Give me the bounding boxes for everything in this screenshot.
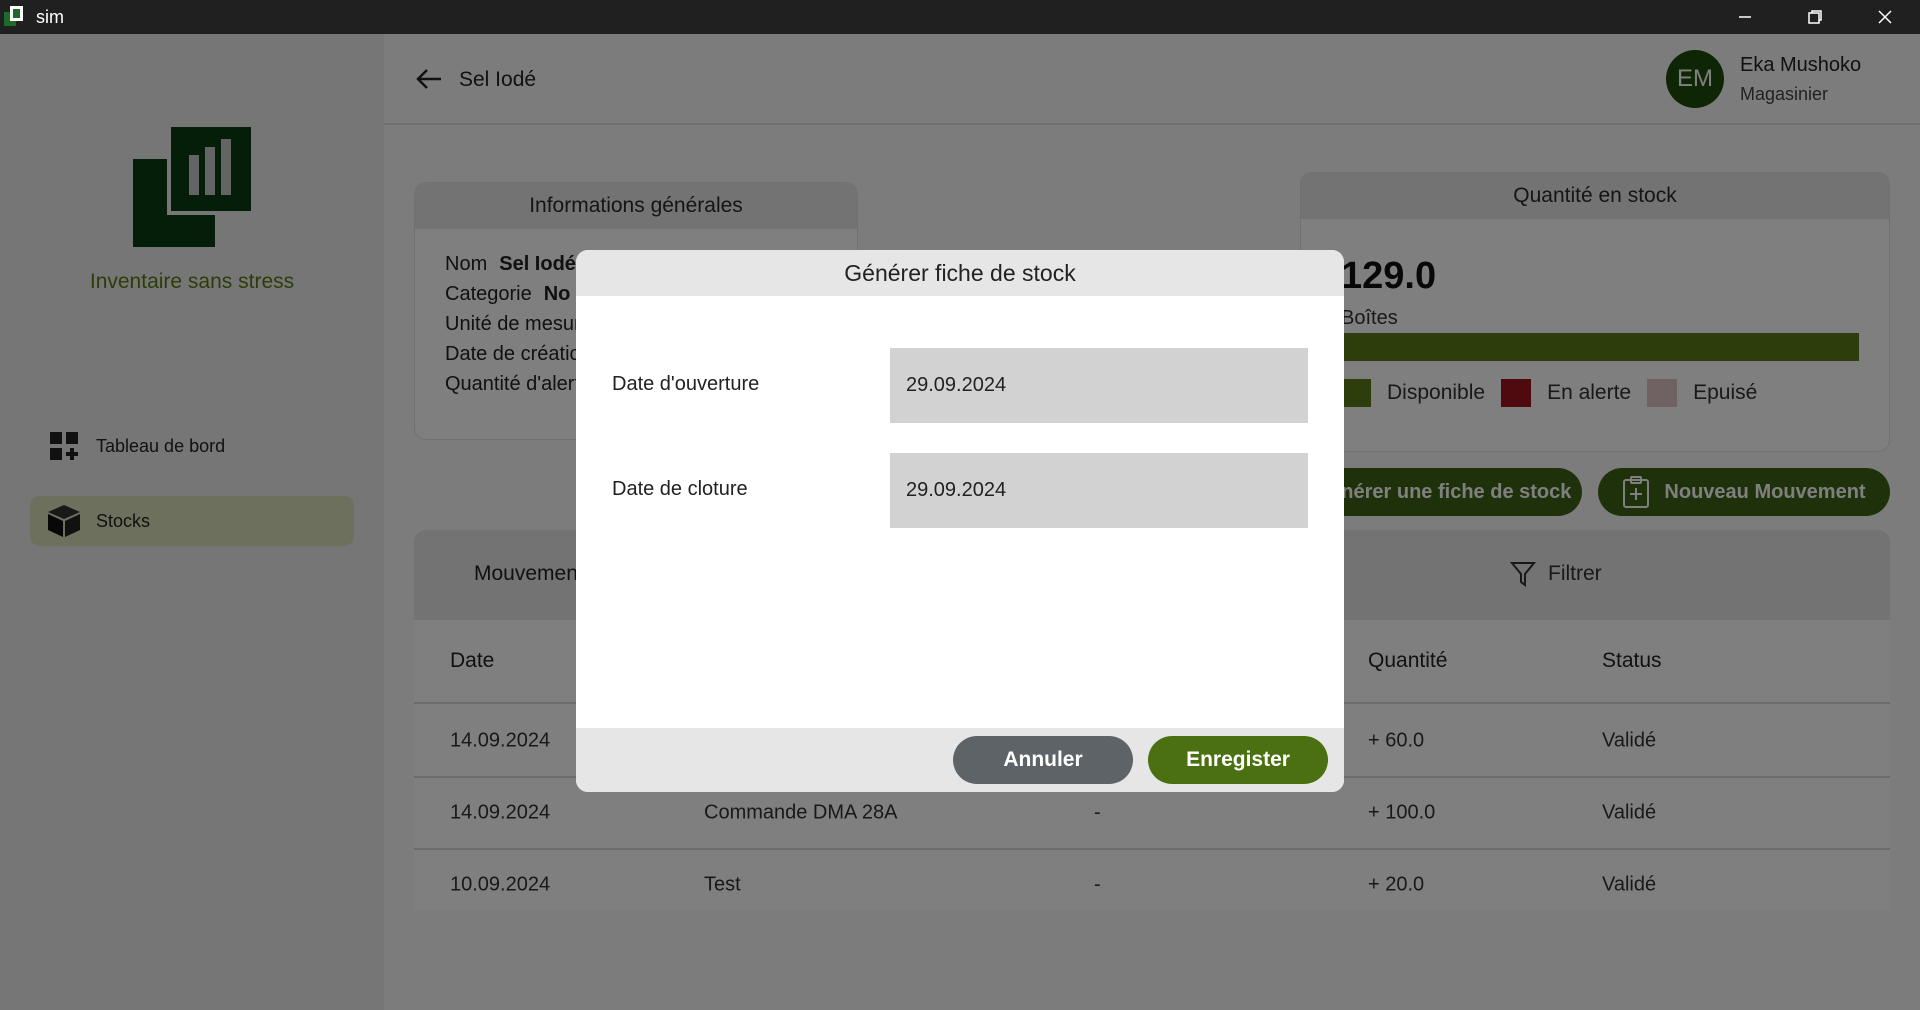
close-icon [1878,10,1892,24]
open-date-label: Date d'ouverture [612,373,760,395]
save-button[interactable]: Enregister [1148,736,1328,784]
close-date-label: Date de cloture [612,478,748,500]
window-controls [1710,0,1920,34]
minimize-button[interactable] [1710,0,1780,34]
restore-button[interactable] [1780,0,1850,34]
dialog-footer: Annuler Enregister [576,728,1344,792]
restore-icon [1808,10,1822,24]
minimize-icon [1739,16,1751,18]
generate-stock-sheet-dialog: Générer fiche de stock Date d'ouverture … [576,250,1344,792]
close-date-input[interactable]: 29.09.2024 [890,453,1308,528]
window-title: sim [36,6,64,27]
close-button[interactable] [1850,0,1920,34]
open-date-input[interactable]: 29.09.2024 [890,348,1308,423]
cancel-button[interactable]: Annuler [953,736,1133,784]
dialog-title: Générer fiche de stock [576,250,1344,296]
app-icon [4,6,26,28]
window-titlebar: sim [0,0,1920,34]
